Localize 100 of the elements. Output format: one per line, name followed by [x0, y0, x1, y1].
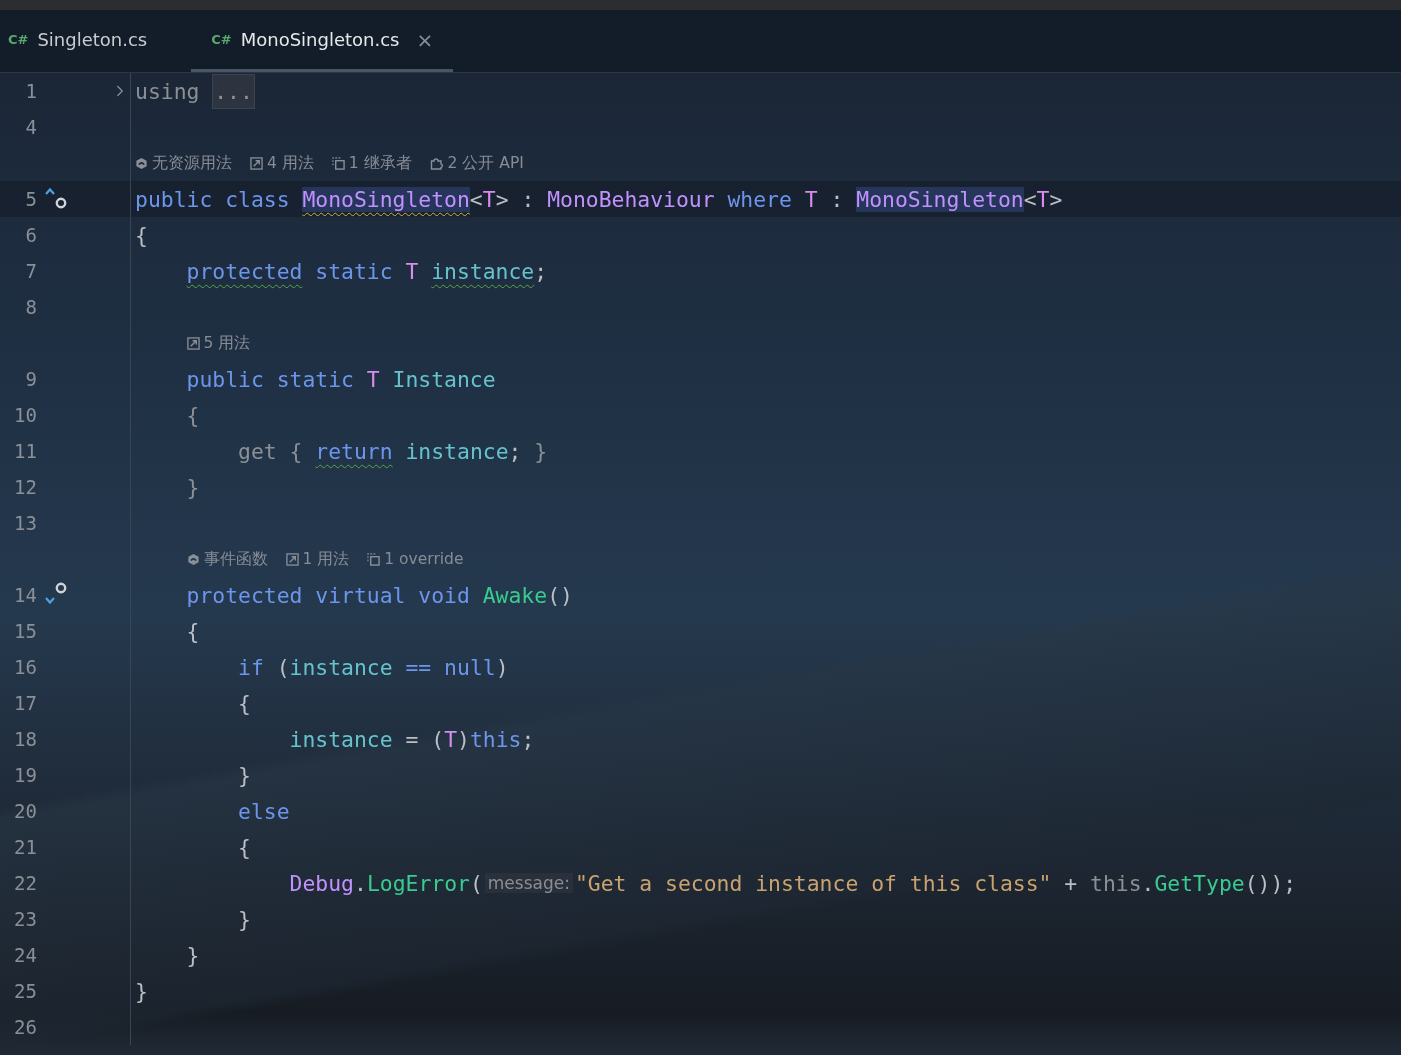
code-lens-link[interactable]: 无资源用法	[135, 152, 232, 174]
code-token: ;	[508, 438, 523, 464]
stacked-squares-icon	[331, 156, 345, 170]
code-lens-link[interactable]: 2 公开 API	[429, 152, 524, 174]
code-token: else	[238, 798, 290, 824]
code-token: where	[726, 186, 793, 212]
line-number: 22	[13, 872, 37, 894]
code-token: )	[457, 726, 470, 752]
code-token: T	[804, 186, 818, 212]
line-number: 5	[24, 188, 37, 210]
code-token: {	[238, 834, 251, 860]
code-token: ()	[547, 582, 573, 608]
code-token: T	[444, 726, 457, 752]
code-token: }	[186, 942, 200, 968]
code-token: get {	[238, 438, 304, 464]
code-token: {	[135, 222, 148, 248]
code-token: GetType	[1154, 870, 1245, 896]
code-token: MonoSingleton	[856, 186, 1024, 212]
folded-region-marker[interactable]: ...	[212, 73, 255, 109]
tab-label: Singleton.cs	[37, 29, 148, 50]
code-token: Instance	[391, 366, 496, 392]
code-token: public class	[135, 186, 291, 212]
line-number: 19	[13, 764, 37, 786]
code-token: .	[354, 870, 367, 896]
code-token: instance	[431, 258, 535, 284]
code-token: +	[1063, 870, 1079, 896]
line-number: 17	[13, 692, 37, 714]
arrow-box-icon	[250, 156, 263, 170]
code-token: }	[238, 762, 251, 788]
puzzle-piece-icon	[429, 156, 444, 170]
code-token: )	[495, 654, 509, 680]
code-token: == null	[404, 654, 496, 680]
code-lens-link[interactable]: 5 用法	[186, 332, 251, 354]
arrow-box-icon	[285, 552, 299, 566]
code-token: = (	[404, 726, 445, 752]
code-token: >	[1049, 186, 1063, 212]
code-token: Debug	[289, 870, 354, 896]
code-token: if	[238, 654, 265, 680]
line-number: 12	[13, 476, 37, 498]
code-token: > :	[495, 186, 536, 212]
code-token: instance	[404, 438, 509, 464]
code-token: this	[1090, 870, 1142, 896]
line-number: 10	[13, 404, 37, 426]
code-token: }	[186, 474, 200, 500]
line-number: 24	[13, 944, 37, 966]
code-token: <	[1023, 186, 1037, 212]
csharp-file-icon: C#	[211, 32, 232, 47]
line-number: 18	[13, 728, 37, 750]
code-lens-link[interactable]: 1 用法	[285, 548, 350, 570]
code-token: public static	[186, 366, 355, 392]
line-number: 13	[13, 512, 37, 534]
code-token: }	[534, 438, 548, 464]
code-token: protected virtual void	[186, 582, 471, 608]
code-token: protected	[186, 258, 303, 284]
line-number: 11	[13, 440, 37, 462]
code-token: this	[469, 726, 522, 752]
code-lens-link[interactable]: 事件函数	[186, 548, 268, 570]
code-token: MonoBehaviour	[547, 186, 715, 212]
code-token: T	[482, 186, 496, 212]
arrow-box-icon	[186, 336, 200, 350]
line-number: 9	[24, 368, 37, 390]
code-token: ;	[534, 258, 548, 284]
line-number: 8	[24, 296, 37, 318]
code-token: {	[186, 618, 200, 644]
close-tab-button[interactable]: ×	[414, 29, 436, 50]
line-number: 20	[13, 800, 37, 822]
line-number: 4	[24, 116, 37, 138]
code-lens-link[interactable]: 1 override	[367, 550, 464, 568]
line-number: 16	[13, 656, 37, 678]
code-token: T	[405, 258, 420, 284]
unity-cube-icon	[135, 156, 148, 170]
line-number: 15	[13, 620, 37, 642]
parameter-hint: message:	[484, 873, 573, 893]
stacked-squares-icon	[367, 552, 381, 566]
line-number: 26	[13, 1016, 37, 1038]
code-token: T	[1036, 186, 1050, 212]
code-token: ());	[1244, 870, 1297, 896]
line-number: 6	[24, 224, 37, 246]
line-number: 21	[13, 836, 37, 858]
code-token: instance	[289, 654, 393, 680]
code-token: :	[829, 186, 845, 212]
code-token: return	[315, 438, 393, 464]
code-token: (	[469, 870, 483, 896]
code-token: Awake	[482, 582, 548, 608]
code-token: using	[135, 78, 200, 104]
editor-tab[interactable]: C# MonoSingleton.cs ×	[191, 10, 454, 72]
csharp-file-icon: C#	[8, 32, 29, 47]
line-number: 25	[13, 980, 37, 1002]
unity-cube-icon	[186, 552, 200, 566]
line-number: 7	[24, 260, 37, 282]
code-token: T	[366, 366, 380, 392]
editor-tab[interactable]: C# Singleton.cs	[8, 10, 192, 72]
code-lens-link[interactable]: 4 用法	[250, 152, 314, 174]
code-token: "Get a second instance of this class"	[574, 870, 1052, 896]
code-lens-link[interactable]: 1 继承者	[331, 152, 412, 174]
code-token: static	[314, 258, 394, 284]
code-token: }	[135, 978, 148, 1004]
code-token: ;	[521, 726, 535, 752]
code-token: {	[238, 690, 251, 716]
code-token: {	[186, 402, 200, 428]
